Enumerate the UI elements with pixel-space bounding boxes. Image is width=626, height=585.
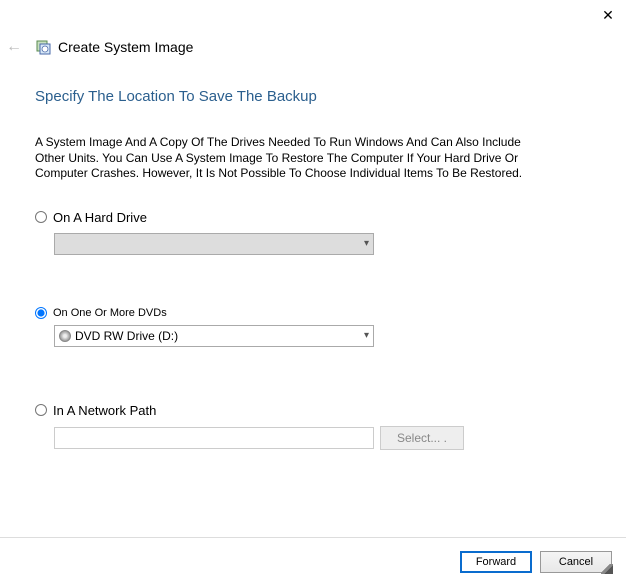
select-hard-drive: ▾ [54,233,374,255]
radio-network[interactable] [35,404,47,416]
select-network-button: Select... . [380,426,464,450]
back-arrow-icon[interactable]: ← [6,38,22,56]
chevron-down-icon: ▾ [364,238,369,249]
option-dvd[interactable]: On One Or More DVDs [35,307,596,319]
close-icon[interactable]: ✕ [600,8,616,24]
option-hard-drive[interactable]: On A Hard Drive [35,210,596,225]
label-dvd: On One Or More DVDs [53,307,167,319]
forward-button[interactable]: Forward [460,551,532,573]
chevron-down-icon[interactable]: ▾ [364,330,369,341]
system-image-icon [36,39,52,55]
select-dvd[interactable]: DVD RW Drive (D:) ▾ [54,325,374,347]
option-network[interactable]: In A Network Path [35,403,596,418]
main-content: Specify The Location To Save The Backup … [35,88,596,450]
disc-icon [59,330,71,342]
radio-hard-drive[interactable] [35,211,47,223]
cancel-button[interactable]: Cancel [540,551,612,573]
radio-dvd[interactable] [35,307,47,319]
select-dvd-value: DVD RW Drive (D:) [75,329,178,343]
description-text: A System Image And A Copy Of The Drives … [35,135,540,182]
header: ← Create System Image [6,38,193,56]
title-wrap: Create System Image [36,39,193,55]
footer: Forward Cancel [0,537,626,585]
label-network: In A Network Path [53,403,156,418]
network-path-input[interactable] [54,427,374,449]
page-heading: Specify The Location To Save The Backup [35,88,596,105]
label-hard-drive: On A Hard Drive [53,210,147,225]
window-title: Create System Image [58,39,193,55]
